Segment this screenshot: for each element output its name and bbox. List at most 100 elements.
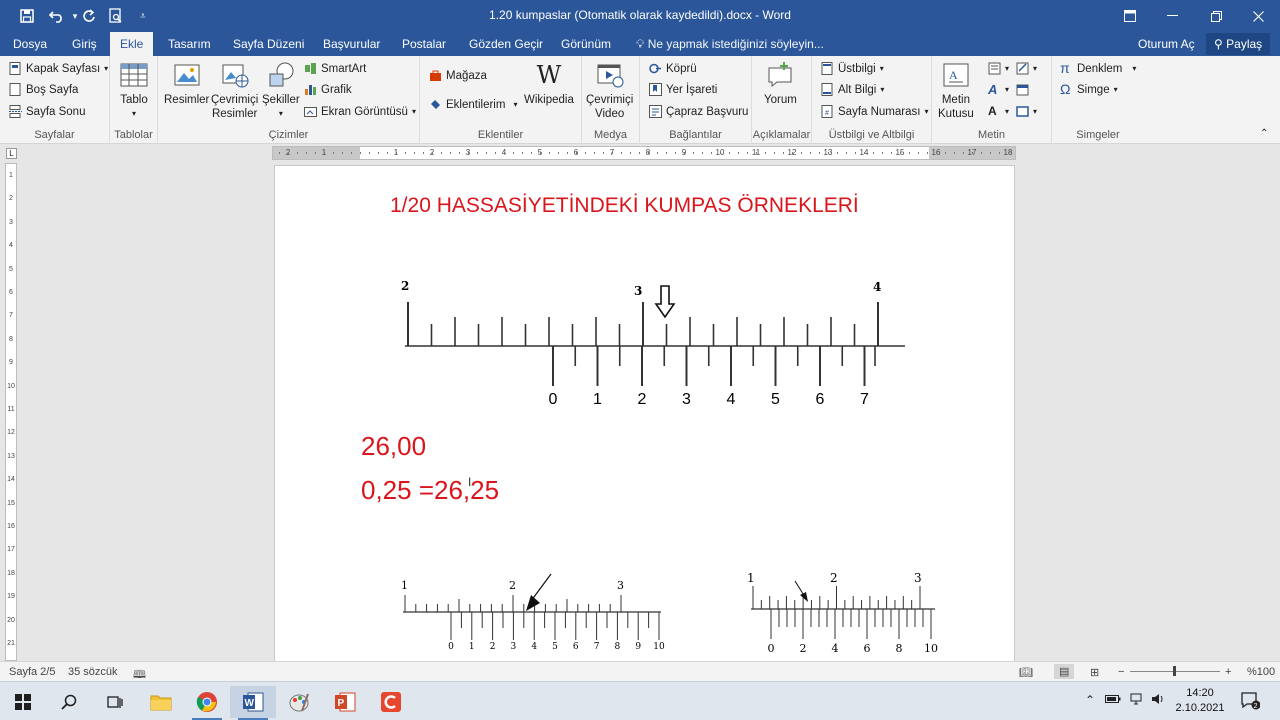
comment-button[interactable]: Yorum (764, 60, 797, 107)
page-number-button[interactable]: # Sayfa Numarası ▾ (821, 105, 928, 118)
shapes-button[interactable]: Şekiller ▾ (262, 60, 300, 121)
screenshot-button[interactable]: Ekran Görüntüsü ▾ (304, 105, 416, 118)
page-counter[interactable]: Sayfa 2/5 (9, 666, 55, 678)
tab-giris[interactable]: Giriş (62, 32, 107, 56)
ruler-h-tick (648, 152, 649, 154)
wordart-button[interactable]: A ▾ (988, 83, 1009, 96)
drop-cap-button[interactable]: A ▾ (988, 105, 1009, 118)
ruler-h-tick (846, 152, 847, 154)
sign-in-link[interactable]: Oturum Aç (1138, 32, 1195, 56)
tab-selector-icon[interactable]: L (6, 148, 17, 159)
tab-gorunum[interactable]: Görünüm (551, 32, 621, 56)
footer-button[interactable]: Alt Bilgi ▾ (821, 83, 884, 96)
paint-icon[interactable] (276, 686, 322, 718)
powerpoint-icon[interactable]: P (322, 686, 368, 718)
store-button[interactable]: Mağaza (429, 69, 487, 82)
left-vernier-label: 2 (490, 642, 496, 652)
chart-button[interactable]: Grafik (304, 83, 352, 96)
chrome-icon[interactable] (184, 686, 230, 720)
ruler-h-tick (513, 152, 514, 154)
tray-show-hidden-icon[interactable]: ⌃ (1085, 693, 1095, 707)
right-scale-label-3: 3 (914, 571, 922, 585)
title-bar: ▾ ⩡ 1.20 kumpaslar (Otomatik olarak kayd… (0, 0, 1280, 32)
system-clock[interactable]: 14:20 2.10.2021 (1168, 686, 1232, 716)
cover-page-button[interactable]: Kapak Sayfası ▾ (9, 62, 108, 75)
ruler-h-tick (711, 152, 712, 154)
group-metin: A Metin Kutusu ▾ A ▾ A ▾ ▾ ▾ Metin (932, 56, 1052, 144)
read-mode-icon[interactable]: 📖︎ (1019, 666, 1033, 679)
online-video-button[interactable]: Çevrimiçi Video (586, 60, 633, 121)
pictures-button[interactable]: Resimler (164, 60, 209, 107)
tab-basvurular[interactable]: Başvurular (313, 32, 390, 56)
shapes-label: Şekiller (262, 94, 300, 106)
search-icon[interactable] (46, 686, 92, 718)
page-break-button[interactable]: Sayfa Sonu (9, 105, 85, 118)
document-heading: 1/20 HASSASİYETİNDEKİ KUMPAS ÖRNEKLERİ (390, 194, 859, 217)
hyperlink-button[interactable]: Köprü (649, 62, 697, 75)
tab-sayfa-duzeni[interactable]: Sayfa Düzeni (223, 32, 314, 56)
screenshot-icon (304, 105, 317, 118)
windows-start-icon[interactable] (0, 686, 46, 718)
close-icon[interactable] (1236, 0, 1280, 32)
zoom-in-icon[interactable]: + (1225, 666, 1231, 678)
tab-gozden-gecir[interactable]: Gözden Geçir (459, 32, 553, 56)
pictures-icon (174, 64, 200, 86)
table-button[interactable]: Tablo ▾ (119, 60, 149, 121)
left-scale-label-2: 2 (509, 579, 516, 592)
file-explorer-icon[interactable] (138, 686, 184, 718)
tab-ekle[interactable]: Ekle (110, 32, 154, 56)
bookmark-button[interactable]: Yer İşareti (649, 83, 717, 96)
tell-me-search[interactable]: 💡︎ Ne yapmak istediğinizi söyleyin... (636, 32, 824, 56)
group-label-simgeler: Simgeler (1076, 129, 1120, 141)
cross-reference-button[interactable]: Çapraz Başvuru (649, 105, 748, 118)
my-addins-button[interactable]: Eklentilerim ▾ (429, 98, 517, 111)
zoom-slider-thumb[interactable] (1173, 666, 1176, 676)
ruler-h-tick (684, 152, 685, 154)
tab-dosya[interactable]: Dosya (3, 32, 57, 56)
ruler-v-label: 7 (9, 312, 13, 320)
tell-me-text: Ne yapmak istediğinizi söyleyin... (647, 37, 824, 51)
object-button[interactable]: ▾ (1016, 105, 1037, 118)
ruler-h-tick (675, 152, 676, 154)
word-count[interactable]: 35 sözcük (68, 666, 118, 678)
svg-text:P: P (338, 698, 345, 709)
zoom-level[interactable]: %100 (1247, 666, 1275, 678)
share-button[interactable]: ⚲ Paylaş (1206, 33, 1271, 55)
header-button[interactable]: Üstbilgi ▾ (821, 62, 884, 75)
vernier-scale-label: 4 (727, 391, 736, 408)
vertical-ruler: 1 2 3 4 5 6 7 8 9 10 11 12 13 14 15 16 17 18 19 20 21 (5, 163, 17, 661)
tab-postalar[interactable]: Postalar (392, 32, 456, 56)
tab-tasarim[interactable]: Tasarım (158, 32, 221, 56)
print-layout-icon[interactable]: ▤ (1054, 664, 1075, 679)
date-time-button[interactable] (1016, 83, 1029, 96)
signature-line-button[interactable]: ▾ (1016, 62, 1037, 75)
notification-center-icon[interactable]: 2 (1240, 690, 1261, 713)
network-icon[interactable] (1130, 693, 1144, 708)
text-box-button[interactable]: A Metin Kutusu (938, 60, 974, 121)
task-view-icon[interactable] (92, 686, 138, 718)
blank-page-button[interactable]: Boş Sayfa (9, 83, 78, 96)
document-page[interactable]: 1/20 HASSASİYETİNDEKİ KUMPAS ÖRNEKLERİ 0… (274, 165, 1015, 661)
wikipedia-button[interactable]: W Wikipedia (524, 60, 574, 107)
blank-page-icon (9, 83, 22, 96)
word-app-icon[interactable]: W (230, 686, 276, 720)
window-title: 1.20 kumpaslar (Otomatik olarak kaydedil… (489, 8, 791, 22)
quick-parts-button[interactable]: ▾ (988, 62, 1009, 75)
web-layout-icon[interactable]: ⊞ (1090, 666, 1099, 679)
online-pictures-button[interactable]: Çevrimiçi Resimler (211, 60, 258, 121)
zoom-out-icon[interactable]: − (1118, 666, 1124, 678)
ruler-h-tick (657, 152, 658, 154)
minimize-icon[interactable] (1150, 0, 1194, 32)
ribbon-display-options-icon[interactable] (1108, 0, 1152, 32)
ruler-h-tick (297, 152, 298, 154)
volume-icon[interactable] (1151, 693, 1165, 708)
restore-icon[interactable] (1194, 0, 1238, 32)
left-vernier-label: 5 (552, 642, 558, 652)
camtasia-icon[interactable] (368, 686, 414, 718)
equation-button[interactable]: π Denklem ▾ (1060, 61, 1136, 75)
symbol-button[interactable]: Ω Simge ▾ (1060, 82, 1118, 96)
smartart-button[interactable]: SmartArt (304, 62, 366, 75)
battery-icon[interactable] (1105, 693, 1121, 707)
collapse-ribbon-icon[interactable]: ⌃ (1260, 128, 1268, 139)
drop-cap-icon: A (988, 104, 997, 118)
